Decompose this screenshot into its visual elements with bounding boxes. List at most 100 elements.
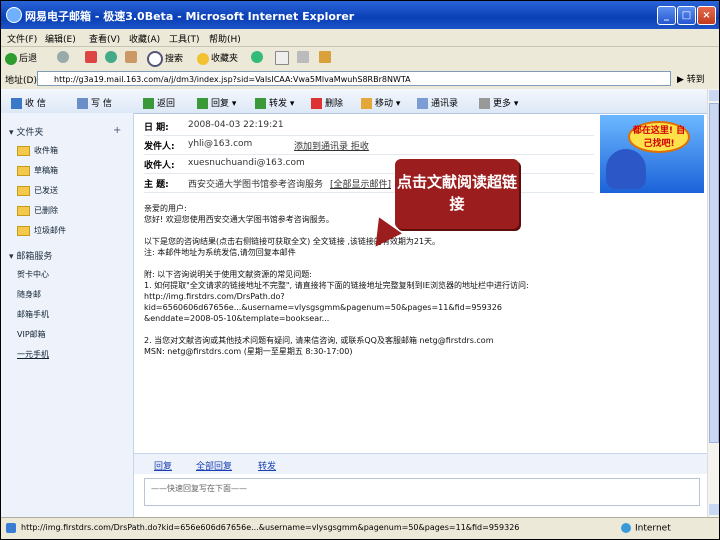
go-label: 转到	[686, 75, 705, 85]
body-line: MSN: netg@firstdrs.com (星期一至星期五 8:30-17:…	[144, 347, 353, 356]
sidebar-service-mail-phone[interactable]: 邮箱手机	[17, 309, 49, 320]
annotation-callout: 点击文献阅读超链接	[395, 159, 519, 229]
subject-row: 主 题: 西安交通大学图书馆参考咨询服务 [全部显示邮件]	[144, 174, 594, 193]
delete-button[interactable]: 删除	[311, 96, 343, 109]
address-bar: 地址(D) http://g3a19.mail.163.com/a/j/dm3/…	[1, 69, 719, 90]
menu-bar: 文件(F) 编辑(E) 查看(V) 收藏(A) 工具(T) 帮助(H)	[1, 29, 719, 47]
folders-header[interactable]: ▾ 文件夹	[9, 125, 43, 138]
status-url: http://img.firstdrs.com/DrsPath.do?kid=6…	[21, 523, 520, 532]
folder-icon	[17, 165, 30, 176]
body-url[interactable]: &enddate=2008-05-10&template=booksear...	[144, 313, 706, 324]
sidebar-service-one-yuan[interactable]: 一元手机	[17, 349, 49, 360]
bottom-forward-link[interactable]: 转发	[258, 459, 276, 472]
minimize-button[interactable]: _	[657, 6, 676, 25]
stop-icon	[85, 51, 97, 63]
subject-value: 西安交通大学图书馆参考咨询服务	[188, 180, 324, 190]
sidebar-item-inbox[interactable]: 收件箱	[17, 145, 58, 156]
more-button[interactable]: 更多 ▾	[479, 96, 518, 109]
folder-icon	[17, 205, 30, 216]
status-bar: http://img.firstdrs.com/DrsPath.do?kid=6…	[1, 517, 719, 539]
ie-mail-button[interactable]	[275, 51, 291, 65]
forward-button[interactable]: 转发 ▾	[255, 96, 294, 109]
compose-button[interactable]: 写 信	[77, 96, 112, 109]
body-line: 2. 当您对文献咨询或其他技术问题有疑问, 请来信咨询, 或联系QQ及客服邮箱 …	[144, 336, 494, 345]
sidebar-item-spam[interactable]: 垃圾邮件	[17, 225, 66, 236]
scroll-up-button[interactable]	[709, 90, 719, 101]
back-label: 返回	[157, 99, 176, 109]
vertical-scrollbar[interactable]	[707, 89, 719, 517]
close-button[interactable]: ×	[697, 6, 716, 25]
menu-view[interactable]: 查看(V)	[89, 32, 120, 45]
services-header-label: 邮箱服务	[16, 252, 53, 262]
sidebar-service-vip[interactable]: VIP邮箱	[17, 329, 46, 340]
ie-print-button[interactable]	[297, 51, 311, 63]
contacts-button[interactable]: 通讯录	[417, 96, 458, 109]
ie-back-button[interactable]: 后退	[5, 51, 37, 65]
reply-button[interactable]: 回复 ▾	[197, 96, 236, 109]
delete-label: 删除	[325, 99, 344, 109]
bottom-reply-link[interactable]: 回复	[154, 459, 172, 472]
ie-forward-button[interactable]	[57, 51, 71, 63]
more-label: 更多	[493, 99, 512, 109]
services-header[interactable]: ▾ 邮箱服务	[9, 249, 52, 262]
ie-stop-button[interactable]	[85, 51, 99, 63]
menu-favorites[interactable]: 收藏(A)	[129, 32, 160, 45]
menu-file[interactable]: 文件(F)	[7, 32, 37, 45]
receive-label: 收 信	[25, 99, 46, 109]
ie-refresh-button[interactable]	[105, 51, 119, 63]
ie-favorites-button[interactable]: 收藏夹	[197, 51, 238, 65]
move-button[interactable]: 移动 ▾	[361, 96, 400, 109]
ad-text: 都在这里! 自己找吧!	[628, 121, 690, 153]
page-content: 收 信 写 信 返回 回复 ▾ 转发 ▾ 删除 移动 ▾ 通讯录 更多 ▾ ▾ …	[1, 89, 707, 517]
quick-reply-input[interactable]: ——快速回复写在下面——	[144, 478, 700, 506]
back-arrow-icon	[5, 52, 17, 65]
ie-edit-button[interactable]	[319, 51, 333, 63]
mail-icon	[275, 51, 289, 65]
body-url[interactable]: kid=6560606d67656e...&username=vlysgsgmm…	[144, 302, 706, 313]
ie-home-button[interactable]	[125, 51, 139, 63]
menu-tools[interactable]: 工具(T)	[169, 32, 200, 45]
to-value[interactable]: xuesnuchuandi@163.com	[188, 158, 305, 168]
forward-icon	[255, 98, 266, 109]
add-folder-icon[interactable]: +	[113, 125, 121, 136]
sidebar-item-deleted[interactable]: 已删除	[17, 205, 58, 216]
reply-bar: 回复 全部回复 转发	[134, 453, 707, 474]
sidebar-item-label: 垃圾邮件	[34, 226, 66, 235]
folders-header-label: 文件夹	[16, 128, 44, 138]
from-value[interactable]: yhli@163.com	[188, 139, 252, 149]
address-input[interactable]: http://g3a19.mail.163.com/a/j/dm3/index.…	[37, 71, 671, 86]
go-button[interactable]: ▶ 转到	[677, 72, 715, 86]
body-url[interactable]: http://img.firstdrs.com/DrsPath.do?	[144, 291, 706, 302]
scroll-thumb[interactable]	[709, 103, 719, 443]
menu-help[interactable]: 帮助(H)	[209, 32, 241, 45]
ie-search-button[interactable]: 搜索	[147, 51, 183, 67]
sidebar-item-label: 已发送	[34, 186, 58, 195]
print-icon	[297, 51, 309, 63]
menu-edit[interactable]: 编辑(E)	[45, 32, 76, 45]
body-line: 附: 以下咨询说明关于使用文献资源的常见问题:	[144, 270, 312, 279]
bottom-reply-all-link[interactable]: 全部回复	[196, 459, 232, 472]
maximize-button[interactable]: □	[677, 6, 696, 25]
ie-icon	[6, 7, 22, 23]
sidebar-service-mobile-mail[interactable]: 随身邮	[17, 289, 41, 300]
delete-icon	[311, 98, 322, 109]
ie-media-button[interactable]	[251, 51, 265, 63]
more-icon	[479, 98, 490, 109]
ie-back-label: 后退	[19, 54, 38, 64]
add-contact-link[interactable]: 添加到通讯录 拒收	[294, 139, 369, 152]
back-button[interactable]: 返回	[143, 96, 175, 109]
body-line-link[interactable]: 以下是您的咨询结果(点击右侧链接可获取全文) 全文链接 ,该链接的有效期为21天…	[144, 236, 706, 247]
body-line	[144, 258, 706, 269]
ad-banner[interactable]: 都在这里! 自己找吧!	[600, 115, 704, 193]
sidebar-item-drafts[interactable]: 草稿箱	[17, 165, 58, 176]
scroll-down-button[interactable]	[709, 504, 719, 515]
title-bar: 网易电子邮箱 - 极速3.0Beta - Microsoft Internet …	[1, 1, 719, 29]
ie-search-label: 搜索	[165, 54, 184, 65]
sidebar: ▾ 文件夹 + 收件箱 草稿箱 已发送 已删除 垃圾邮件 ▾ 邮箱服务 贺卡中心…	[1, 113, 134, 517]
sidebar-service-cards[interactable]: 贺卡中心	[17, 269, 49, 280]
show-full-link[interactable]: [全部显示邮件]	[330, 177, 391, 190]
sidebar-item-label: 收件箱	[34, 146, 58, 155]
sidebar-item-sent[interactable]: 已发送	[17, 185, 58, 196]
receive-button[interactable]: 收 信	[11, 96, 46, 109]
contacts-icon	[417, 98, 428, 109]
